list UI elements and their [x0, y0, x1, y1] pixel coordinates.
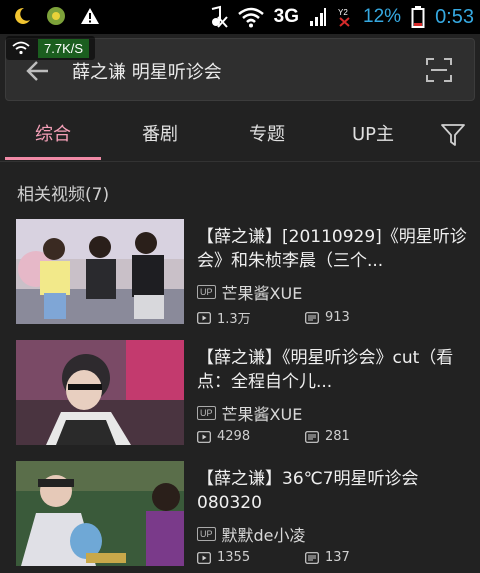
video-title[interactable]: 【薛之谦】《明星听诊会》cut（看点：全程自个儿...: [197, 346, 467, 394]
play-count: 1.3万: [217, 312, 251, 327]
battery-percent: 12%: [363, 6, 402, 27]
video-list-item[interactable]: 【薛之谦】[20110929]《明星听诊会》和朱桢李晨（三个... UP 芒果酱…: [0, 219, 480, 331]
uploader-row[interactable]: UP 芒果酱XUE: [197, 401, 302, 425]
net-speed-value: 7.7K/S: [38, 38, 90, 58]
section-title: 相关视频(7): [17, 185, 110, 205]
up-badge: UP: [197, 406, 216, 420]
video-stats: 4298 281: [197, 429, 350, 444]
play-count-icon: [197, 311, 211, 324]
play-count-icon: [197, 551, 211, 564]
video-thumbnail[interactable]: [16, 219, 184, 324]
up-badge: UP: [197, 285, 216, 299]
danmaku-icon: [305, 430, 319, 443]
video-thumbnail[interactable]: [16, 461, 184, 566]
app-notification-icon: [47, 7, 65, 25]
network-type-label: 3G: [273, 6, 300, 27]
up-badge: UP: [197, 527, 216, 541]
search-query-text[interactable]: 薛之谦 明星听诊会: [72, 58, 222, 84]
tab-comprehensive[interactable]: 综合: [5, 104, 101, 162]
danmaku-count: 913: [325, 310, 350, 325]
clock: 0:53: [435, 5, 474, 28]
play-count: 4298: [217, 429, 251, 444]
video-stats: 1.3万 913: [197, 308, 350, 327]
danmaku-count: 281: [325, 429, 350, 444]
play-count: 1355: [217, 550, 251, 565]
tab-topics[interactable]: 专题: [219, 104, 315, 162]
battery-icon: [411, 6, 425, 28]
svg-text:Y2: Y2: [338, 8, 348, 17]
video-thumbnail[interactable]: [16, 340, 184, 445]
uploader-row[interactable]: UP 芒果酱XUE: [197, 280, 302, 304]
active-tab-indicator: [5, 157, 101, 160]
uploader-row[interactable]: UP 默默de小凌: [197, 522, 306, 546]
video-list-item[interactable]: 【薛之谦】36℃7明星听诊会080320 UP 默默de小凌 1355 137: [0, 461, 480, 573]
scan-icon[interactable]: [426, 57, 452, 83]
status-bar: 3G Y2 12% 0:53: [0, 0, 480, 34]
warning-icon: [81, 8, 99, 24]
video-title[interactable]: 【薛之谦】36℃7明星听诊会080320: [197, 467, 467, 515]
signal-icon: [310, 8, 327, 26]
wifi-icon: [237, 7, 264, 28]
uploader-name[interactable]: 芒果酱XUE: [222, 401, 303, 425]
danmaku-icon: [305, 311, 319, 324]
sim-signal-none-icon: Y2: [338, 8, 350, 27]
filter-icon[interactable]: [440, 122, 466, 148]
video-title[interactable]: 【薛之谦】[20110929]《明星听诊会》和朱桢李晨（三个...: [197, 225, 467, 273]
moon-icon: [15, 7, 30, 24]
uploader-name[interactable]: 默默de小凌: [222, 522, 306, 546]
wifi-small-icon: [12, 41, 30, 55]
back-arrow-icon[interactable]: [24, 57, 52, 85]
danmaku-icon: [305, 551, 319, 564]
video-stats: 1355 137: [197, 550, 350, 565]
uploader-name[interactable]: 芒果酱XUE: [222, 280, 303, 304]
play-count-icon: [197, 430, 211, 443]
tab-bangumi[interactable]: 番剧: [112, 104, 208, 162]
tab-bar: 综合 番剧 专题 UP主: [0, 104, 480, 162]
net-speed-indicator: 7.7K/S: [6, 36, 96, 60]
music-muted-icon: [211, 5, 228, 28]
danmaku-count: 137: [325, 550, 350, 565]
video-list-item[interactable]: 【薛之谦】《明星听诊会》cut（看点：全程自个儿... UP 芒果酱XUE 42…: [0, 340, 480, 452]
tab-up-users[interactable]: UP主: [325, 104, 421, 162]
